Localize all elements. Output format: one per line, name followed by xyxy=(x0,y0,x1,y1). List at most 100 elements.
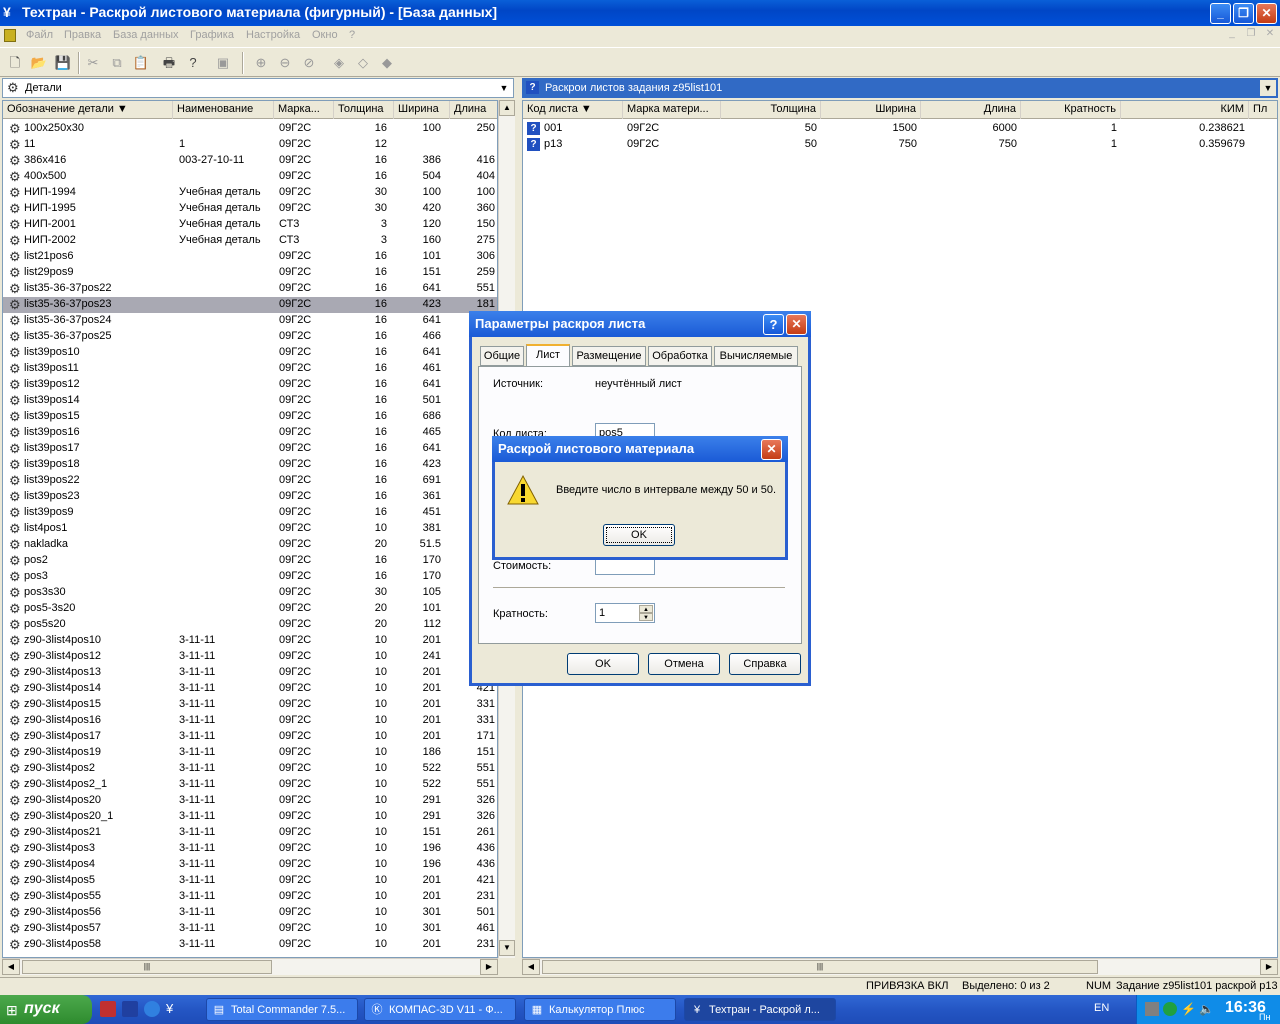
table-row[interactable]: ⚙ pos5s20 09Г2С 20 112 xyxy=(3,617,497,633)
copy-icon[interactable]: ⧉ xyxy=(108,54,126,72)
help-button[interactable]: Справка xyxy=(729,653,801,675)
table-row[interactable]: ⚙ z90-3list4pos4 3-11-11 09Г2С 10 196 436 xyxy=(3,857,497,873)
ok-button[interactable]: OK xyxy=(567,653,639,675)
col-multiplicity[interactable]: Кратность xyxy=(1021,101,1121,119)
print-icon[interactable]: 🖶 xyxy=(160,54,178,72)
cuttings-combo[interactable]: ? Раскрои листов задания z95list101 ▼ xyxy=(522,78,1278,98)
context-help-icon[interactable]: ? xyxy=(184,54,202,72)
maximize-button[interactable]: ❐ xyxy=(1233,3,1254,24)
table-row[interactable]: ⚙ z90-3list4pos15 3-11-11 09Г2С 10 201 331 xyxy=(3,697,497,713)
table-row[interactable]: ⚙ z90-3list4pos55 3-11-11 09Г2С 10 201 231 xyxy=(3,889,497,905)
cancel-button[interactable]: Отмена xyxy=(648,653,720,675)
table-row[interactable]: ⚙ z90-3list4pos2 3-11-11 09Г2С 10 522 551 xyxy=(3,761,497,777)
help-icon[interactable]: ? xyxy=(763,314,784,335)
quicklaunch-kompas-icon[interactable] xyxy=(144,1001,160,1017)
scroll-up-icon[interactable]: ▲ xyxy=(499,100,515,116)
table-row[interactable]: ⚙ НИП-2002 Учебная деталь СТ3 3 160 275 xyxy=(3,233,497,249)
table-row[interactable]: ? 001 09Г2С 50 1500 6000 1 0.238621 xyxy=(523,121,1277,137)
menu-edit[interactable]: Правка xyxy=(64,29,101,41)
col-thickness[interactable]: Толщина xyxy=(334,101,394,119)
network-icon[interactable] xyxy=(1145,1002,1159,1016)
table-row[interactable]: ⚙ НИП-2001 Учебная деталь СТ3 3 120 150 xyxy=(3,217,497,233)
table-row[interactable]: ⚙ z90-3list4pos10 3-11-11 09Г2С 10 201 xyxy=(3,633,497,649)
table-row[interactable]: ⚙ z90-3list4pos20_1 3-11-11 09Г2С 10 291 326 xyxy=(3,809,497,825)
task-calculator[interactable]: ▦ Калькулятор Плюс xyxy=(524,998,676,1021)
table-row[interactable]: ⚙ list4pos1 09Г2С 10 381 xyxy=(3,521,497,537)
col-length[interactable]: Длина xyxy=(450,101,497,119)
view-side-icon[interactable]: ◆ xyxy=(378,54,396,72)
paste-icon[interactable]: 📋 xyxy=(132,54,150,72)
table-row[interactable]: ⚙ z90-3list4pos21 3-11-11 09Г2С 10 151 261 xyxy=(3,825,497,841)
task-kompas[interactable]: Ⓚ КОМПАС-3D V11 - Ф... xyxy=(364,998,516,1021)
alert-title-bar[interactable]: Раскрой листового материала ✕ xyxy=(492,436,788,462)
col-thickness[interactable]: Толщина xyxy=(721,101,821,119)
table-row[interactable]: ⚙ nakladka 09Г2С 20 51.5 xyxy=(3,537,497,553)
table-row[interactable]: ⚙ 386x416 003-27-10-11 09Г2С 16 386 416 xyxy=(3,153,497,169)
quicklaunch-techtran-icon[interactable]: ¥ xyxy=(166,1001,182,1017)
minimize-button[interactable]: _ xyxy=(1210,3,1231,24)
table-row[interactable]: ⚙ z90-3list4pos20 3-11-11 09Г2С 10 291 326 xyxy=(3,793,497,809)
cut-icon[interactable]: ✂ xyxy=(84,54,102,72)
table-row[interactable]: ⚙ z90-3list4pos16 3-11-11 09Г2С 10 201 331 xyxy=(3,713,497,729)
col-sheet-code[interactable]: Код листа ▼ xyxy=(523,101,623,119)
close-button[interactable]: ✕ xyxy=(1256,3,1277,24)
zoom-in-icon[interactable]: ⊕ xyxy=(252,54,270,72)
zoom-window-icon[interactable]: ⊘ xyxy=(300,54,318,72)
task-techtran[interactable]: ¥ Техтран - Раскрой л... xyxy=(684,998,836,1021)
tab-general[interactable]: Общие xyxy=(480,346,524,366)
table-row[interactable]: ⚙ z90-3list4pos3 3-11-11 09Г2С 10 196 436 xyxy=(3,841,497,857)
menu-help[interactable]: ? xyxy=(349,29,355,41)
table-row[interactable]: ⚙ pos5-3s20 09Г2С 20 101 xyxy=(3,601,497,617)
mdi-minimize-icon[interactable]: _ xyxy=(1224,28,1240,42)
menu-graphics[interactable]: Графика xyxy=(190,29,234,41)
scroll-left-icon[interactable]: ◀ xyxy=(522,959,540,975)
properties-icon[interactable]: ▣ xyxy=(214,54,232,72)
hscroll-thumb[interactable]: ||| xyxy=(22,960,272,974)
table-row[interactable]: ⚙ list39pos23 09Г2С 16 361 xyxy=(3,489,497,505)
table-row[interactable]: ⚙ list39pos18 09Г2С 16 423 xyxy=(3,457,497,473)
mdi-close-icon[interactable]: ✕ xyxy=(1262,28,1278,42)
mdi-restore-icon[interactable]: ❐ xyxy=(1243,28,1259,42)
table-row[interactable]: ⚙ list35-36-37pos23 09Г2С 16 423 181 xyxy=(3,297,497,313)
table-row[interactable]: ? p13 09Г2С 50 750 750 1 0.359679 xyxy=(523,137,1277,153)
table-row[interactable]: ⚙ list35-36-37pos24 09Г2С 16 641 xyxy=(3,313,497,329)
scroll-right-icon[interactable]: ▶ xyxy=(1260,959,1278,975)
chevron-down-icon[interactable]: ▼ xyxy=(496,80,512,96)
col-grade[interactable]: Марка... xyxy=(274,101,334,119)
col-name[interactable]: Наименование xyxy=(173,101,274,119)
table-row[interactable]: ⚙ list21pos6 09Г2С 16 101 306 xyxy=(3,249,497,265)
cuttings-hscrollbar[interactable]: ◀ ||| ▶ xyxy=(522,958,1278,975)
col-kim[interactable]: КИМ xyxy=(1121,101,1249,119)
table-row[interactable]: ⚙ z90-3list4pos13 3-11-11 09Г2С 10 201 xyxy=(3,665,497,681)
close-icon[interactable]: ✕ xyxy=(786,314,807,335)
menu-settings[interactable]: Настройка xyxy=(246,29,300,41)
table-row[interactable]: ⚙ list35-36-37pos25 09Г2С 16 466 xyxy=(3,329,497,345)
tab-sheet[interactable]: Лист xyxy=(526,344,570,366)
title-bar[interactable]: ¥ Техтран - Раскрой листового материала … xyxy=(0,0,1280,26)
zoom-out-icon[interactable]: ⊖ xyxy=(276,54,294,72)
menu-file[interactable]: Файл xyxy=(26,29,53,41)
table-row[interactable]: ⚙ list39pos17 09Г2С 16 641 xyxy=(3,441,497,457)
table-row[interactable]: ⚙ 11 1 09Г2С 12 xyxy=(3,137,497,153)
table-row[interactable]: ⚙list39pos1009Г2С166411 xyxy=(3,345,497,361)
security-icon[interactable]: ⚡ xyxy=(1181,1002,1196,1016)
table-row[interactable]: ⚙ list39pos16 09Г2С 16 465 xyxy=(3,425,497,441)
task-total-commander[interactable]: ▤ Total Commander 7.5... xyxy=(206,998,358,1021)
col-length[interactable]: Длина xyxy=(921,101,1021,119)
table-row[interactable]: ⚙ z90-3list4pos56 3-11-11 09Г2С 10 301 501 xyxy=(3,905,497,921)
new-icon[interactable]: 🗋 xyxy=(6,54,24,72)
menu-window[interactable]: Окно xyxy=(312,29,338,41)
table-row[interactable]: ⚙ 100x250x30 09Г2С 16 100 250 xyxy=(3,121,497,137)
table-row[interactable]: ⚙ z90-3list4pos12 3-11-11 09Г2С 10 241 xyxy=(3,649,497,665)
table-row[interactable]: ⚙ НИП-1994 Учебная деталь 09Г2С 30 100 100 xyxy=(3,185,497,201)
table-row[interactable]: ⚙ list35-36-37pos22 09Г2С 16 641 551 xyxy=(3,281,497,297)
tab-placement[interactable]: Размещение xyxy=(572,346,646,366)
tab-computed[interactable]: Вычисляемые xyxy=(714,346,798,366)
table-row[interactable]: ⚙ z90-3list4pos5 3-11-11 09Г2С 10 201 421 xyxy=(3,873,497,889)
scroll-right-icon[interactable]: ▶ xyxy=(480,959,498,975)
spin-down-icon[interactable]: ▼ xyxy=(639,613,653,621)
table-row[interactable]: ⚙ z90-3list4pos2_1 3-11-11 09Г2С 10 522 551 xyxy=(3,777,497,793)
language-indicator[interactable]: EN xyxy=(1094,1002,1109,1014)
col-width[interactable]: Ширина xyxy=(394,101,450,119)
details-combo[interactable]: ⚙ Детали ▼ xyxy=(2,78,514,98)
